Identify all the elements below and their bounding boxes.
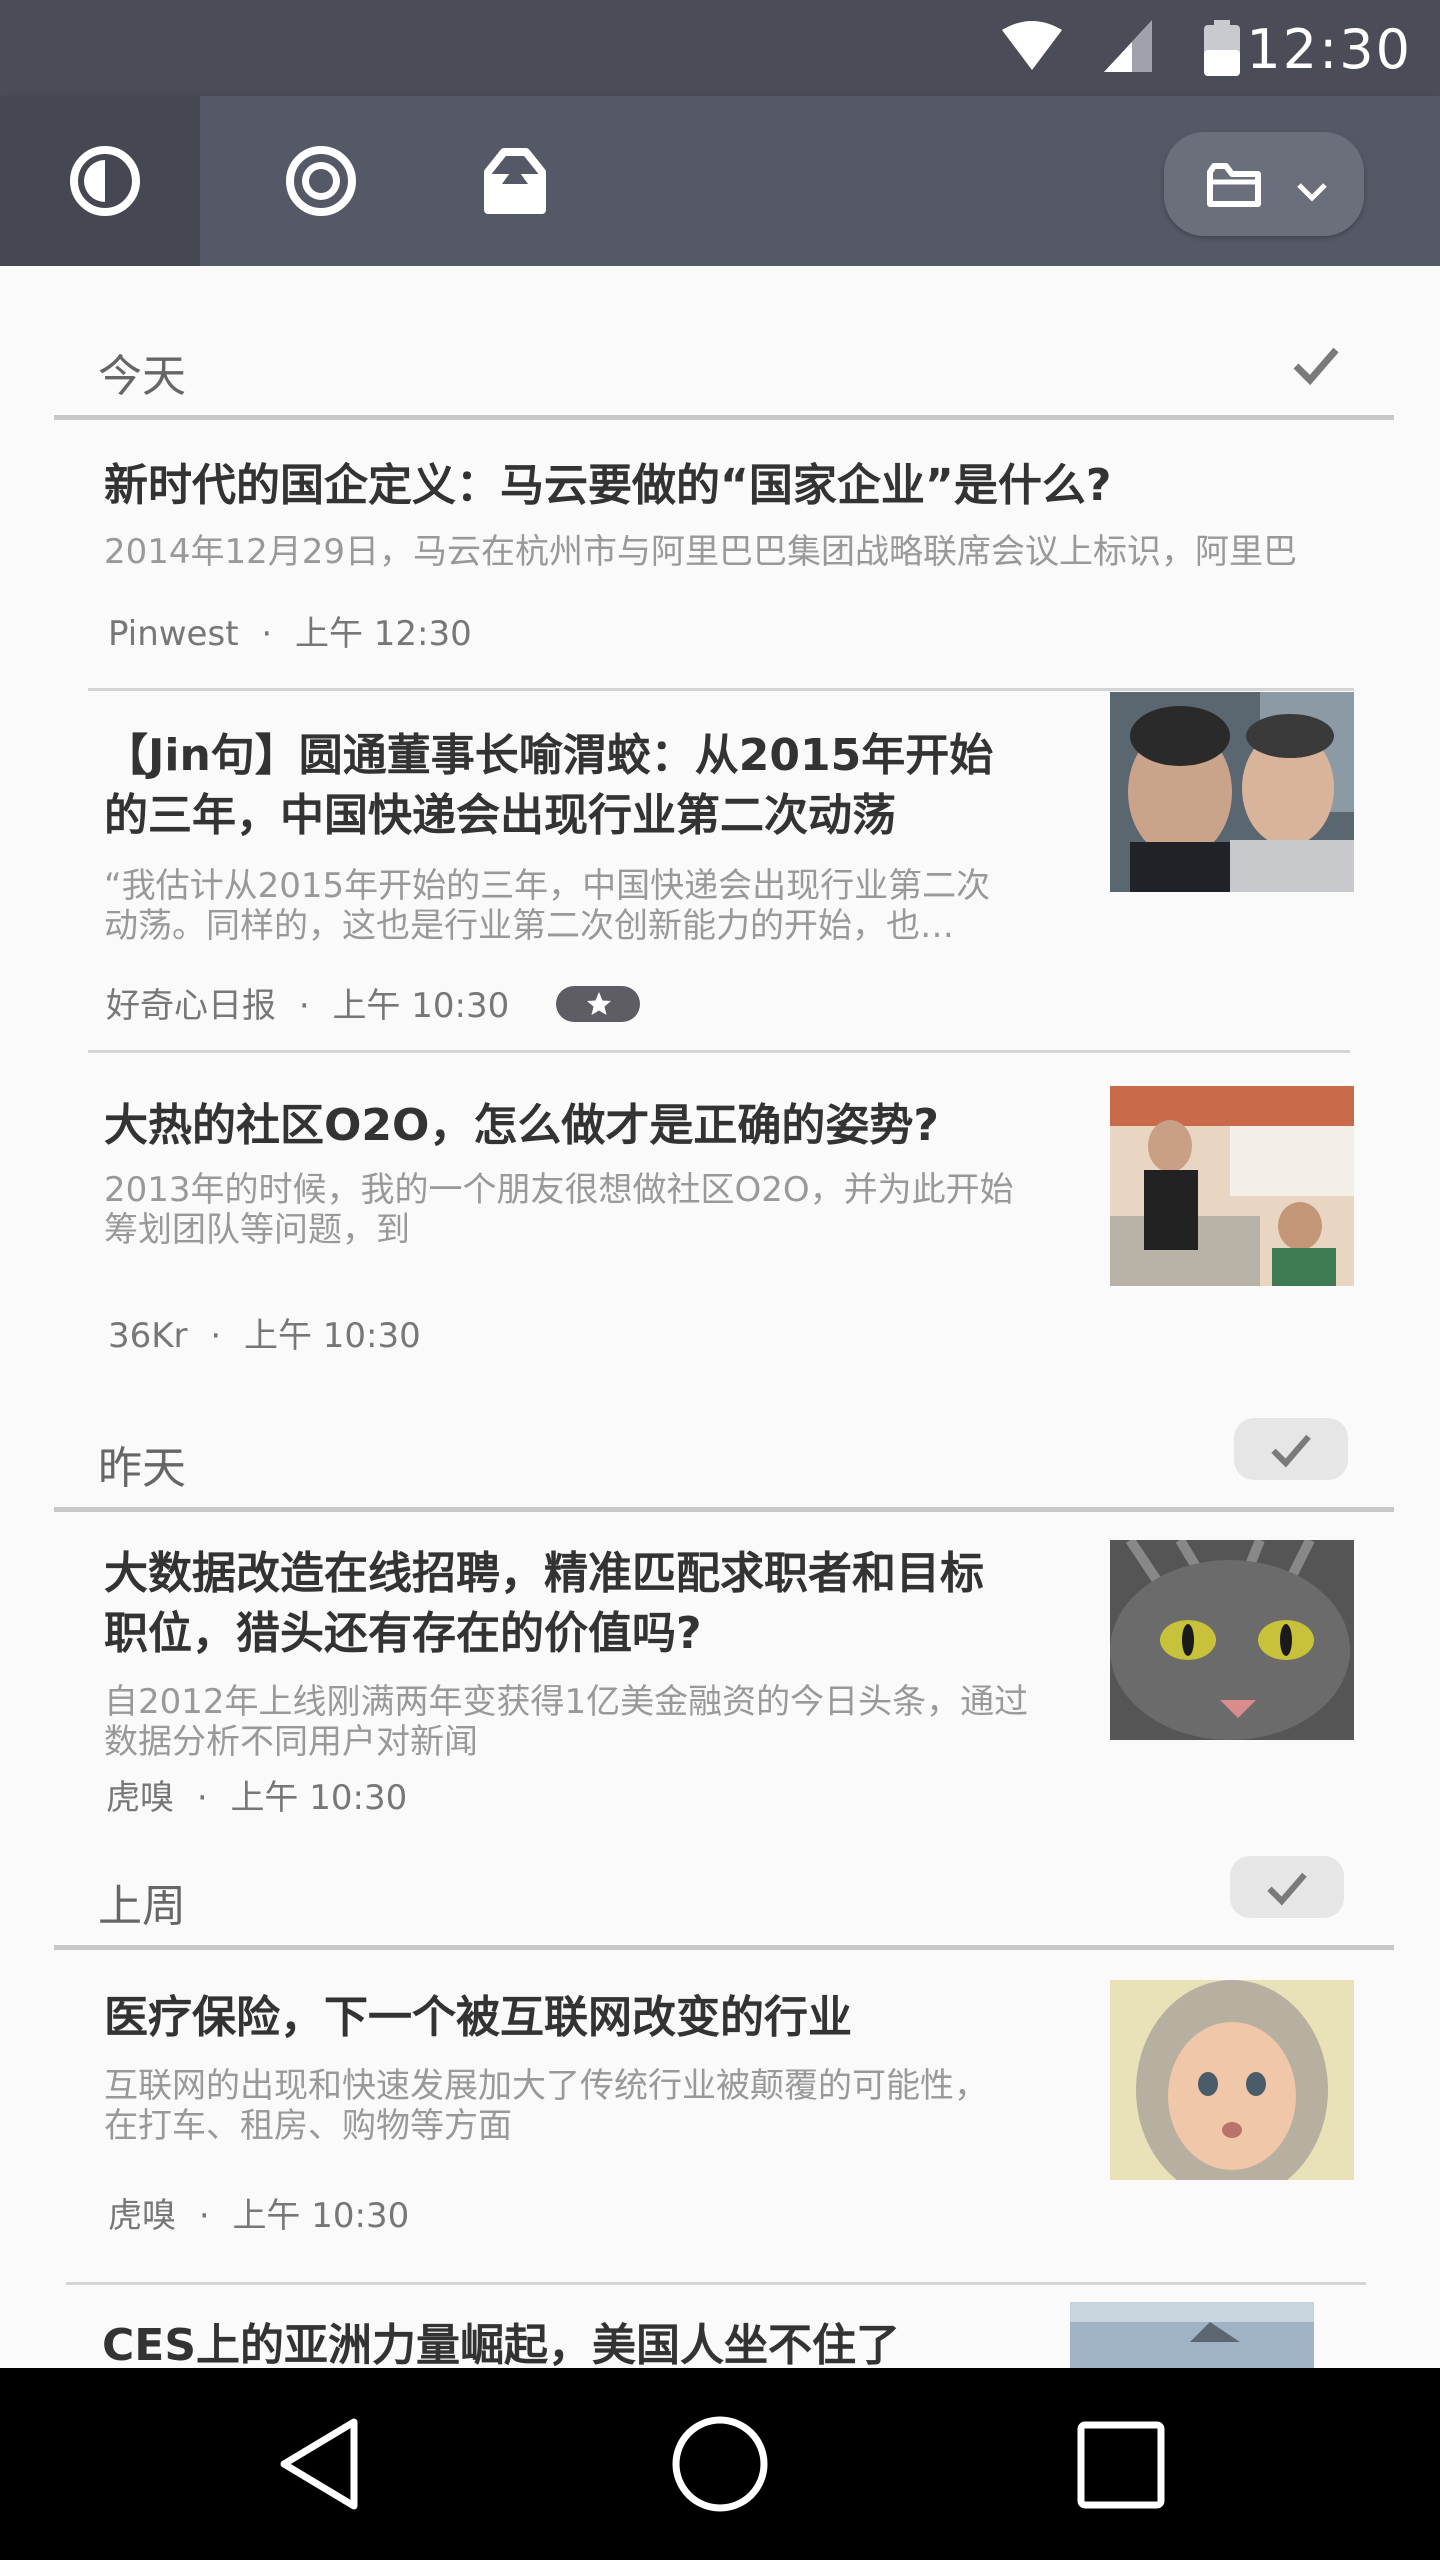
- section-divider: [54, 1945, 1394, 1950]
- article-meta: 虎嗅 · 上午 10:30: [108, 2196, 410, 2236]
- section-divider: [54, 1507, 1394, 1512]
- article-item[interactable]: 大数据改造在线招聘，精准匹配求职者和目标 职位，猎头还有存在的价值吗? 自201…: [54, 1540, 1354, 1834]
- tab-saved[interactable]: [450, 96, 580, 266]
- article-title: 【Jin句】圆通董事长喻渭蛟：从2015年开始 的三年，中国快递会出现行业第二次…: [104, 730, 994, 841]
- inbox-box-icon: [484, 148, 546, 214]
- section-header-today: 今天: [54, 310, 1394, 420]
- back-icon[interactable]: [274, 2414, 366, 2514]
- article-excerpt: 互联网的出现和快速发展加大了传统行业被颠覆的可能性， 在打车、租房、购物等方面: [104, 2066, 988, 2146]
- tab-unread[interactable]: [0, 96, 200, 266]
- photo-baby: [1110, 1980, 1354, 2180]
- article-title: CES上的亚洲力量崛起，美国人坐不住了: [102, 2320, 901, 2368]
- article-item[interactable]: 【Jin句】圆通董事长喻渭蛟：从2015年开始 的三年，中国快递会出现行业第二次…: [54, 692, 1354, 1053]
- article-time: 上午 10:30: [230, 1778, 408, 1818]
- article-meta: 好奇心日报 · 上午 10:30: [106, 978, 641, 1027]
- article-source: 好奇心日报: [106, 986, 276, 1026]
- half-circle-icon: [70, 146, 140, 216]
- article-thumbnail: [1110, 1540, 1354, 1740]
- status-time: 12:30: [1246, 18, 1412, 81]
- article-item[interactable]: 大热的社区O2O，怎么做才是正确的姿势? 2013年的时候，我的一个朋友很想做社…: [54, 1086, 1354, 1420]
- folder-dropdown-button[interactable]: [1164, 132, 1364, 236]
- signal-icon: [1104, 20, 1152, 72]
- chevron-down-icon: [1297, 183, 1327, 202]
- article-excerpt: 自2012年上线刚满两年变获得1亿美金融资的今日头条，通过 数据分析不同用户对新…: [104, 1682, 1029, 1762]
- article-list: 今天 新时代的国企定义：马云要做的“国家企业”是什么? 2014年12月29日，…: [0, 266, 1440, 2368]
- status-bar: 12:30: [0, 0, 1440, 96]
- section-header-yesterday: 昨天: [54, 1402, 1394, 1512]
- battery-icon: [1204, 20, 1240, 76]
- article-title: 大数据改造在线招聘，精准匹配求职者和目标 职位，猎头还有存在的价值吗?: [104, 1548, 984, 1659]
- article-time: 上午 10:30: [332, 986, 510, 1026]
- article-item[interactable]: CES上的亚洲力量崛起，美国人坐不住了: [54, 2302, 1354, 2368]
- article-source: 36Kr: [108, 1316, 188, 1356]
- article-source: 虎嗅: [106, 1778, 174, 1818]
- starred-badge: [556, 985, 641, 1022]
- navigation-bar: [0, 2368, 1440, 2560]
- article-source: Pinwest: [108, 614, 239, 654]
- wifi-icon: [1002, 21, 1062, 70]
- toolbar: [0, 96, 1440, 266]
- article-excerpt: 2014年12月29日，马云在杭州市与阿里巴巴集团战略联席会议上标识，阿里巴: [104, 532, 1298, 572]
- article-divider: [88, 1050, 1350, 1053]
- section-divider: [54, 415, 1394, 420]
- photo-two-men: [1110, 692, 1354, 892]
- article-item[interactable]: 新时代的国企定义：马云要做的“国家企业”是什么? 2014年12月29日，马云在…: [54, 456, 1354, 691]
- folder-icon: [1207, 163, 1261, 207]
- ring-icon: [286, 146, 356, 216]
- mark-all-read-button[interactable]: [1230, 1856, 1344, 1918]
- article-thumbnail: [1110, 1086, 1354, 1286]
- section-label: 昨天: [98, 1443, 186, 1494]
- article-source: 虎嗅: [108, 2196, 176, 2236]
- star-icon: [587, 991, 612, 1015]
- photo-cat: [1110, 1540, 1354, 1740]
- check-icon: [1267, 1872, 1307, 1906]
- article-title: 大热的社区O2O，怎么做才是正确的姿势?: [104, 1100, 939, 1151]
- article-meta: 虎嗅 · 上午 10:30: [106, 1778, 408, 1818]
- article-time: 上午 12:30: [294, 614, 472, 654]
- article-thumbnail: [1070, 2302, 1314, 2368]
- article-thumbnail: [1110, 1980, 1354, 2180]
- section-label: 今天: [98, 351, 186, 402]
- article-excerpt: “我估计从2015年开始的三年，中国快递会出现行业第二次 动荡。同样的，这也是行…: [104, 866, 991, 946]
- article-title: 新时代的国企定义：马云要做的“国家企业”是什么?: [104, 460, 1112, 511]
- photo-landscape: [1070, 2302, 1314, 2368]
- article-time: 上午 10:30: [243, 1316, 421, 1356]
- check-icon: [1271, 1434, 1311, 1468]
- mark-all-read-icon[interactable]: [1288, 336, 1344, 392]
- section-header-last-week: 上周: [54, 1840, 1394, 1950]
- article-meta: 36Kr · 上午 10:30: [108, 1316, 421, 1356]
- article-time: 上午 10:30: [232, 2196, 410, 2236]
- tab-all[interactable]: [250, 96, 390, 266]
- article-meta: Pinwest · 上午 12:30: [108, 614, 472, 654]
- recents-icon[interactable]: [1076, 2420, 1166, 2510]
- article-divider: [66, 2282, 1366, 2285]
- section-label: 上周: [98, 1881, 186, 1932]
- home-icon[interactable]: [670, 2414, 770, 2514]
- article-excerpt: 2013年的时候，我的一个朋友很想做社区O2O，并为此开始 筹划团队等问题，到: [104, 1170, 1014, 1250]
- mark-all-read-button[interactable]: [1234, 1418, 1348, 1480]
- article-title: 医疗保险，下一个被互联网改变的行业: [104, 1992, 852, 2043]
- article-divider: [88, 688, 1354, 691]
- article-thumbnail: [1110, 692, 1354, 892]
- photo-shop-counter: [1110, 1086, 1354, 1286]
- article-item[interactable]: 医疗保险，下一个被互联网改变的行业 互联网的出现和快速发展加大了传统行业被颠覆的…: [54, 1980, 1366, 2285]
